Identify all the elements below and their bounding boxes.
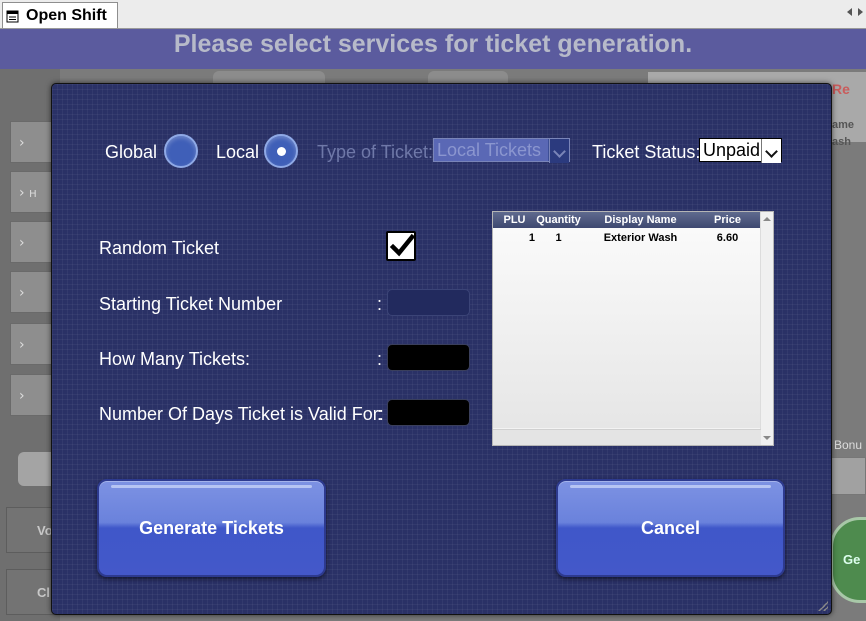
scroll-down-icon[interactable] (763, 436, 771, 440)
cell-plu: 1 (528, 232, 535, 244)
page-title: Please select services for ticket genera… (173, 30, 693, 58)
table-row[interactable]: 1 1 Exterior Wash 6.60 (493, 230, 761, 248)
background-sidebar-item: › (10, 323, 56, 365)
tab-scroll-arrows (847, 8, 863, 16)
tab-scroll-right-icon[interactable] (858, 8, 863, 16)
page-header: Please select services for ticket genera… (0, 29, 866, 69)
colon: : (377, 349, 383, 369)
tab-open-shift[interactable]: Open Shift (2, 2, 118, 28)
form-icon (6, 10, 19, 22)
table-body (493, 228, 761, 428)
background-sidebar-item: › (10, 271, 56, 313)
valid-days-input[interactable] (387, 399, 470, 426)
background-green-label: Ge (843, 552, 861, 567)
background-right-text: ash (832, 136, 851, 148)
background-sidebar-label: H (29, 189, 37, 200)
cancel-label: Cancel (640, 518, 701, 538)
tab-scroll-left-icon[interactable] (847, 8, 852, 16)
background-bottom-button: Cl (6, 569, 56, 615)
ticket-generation-dialog: Global Local Type of Ticket: Local Ticke… (51, 83, 832, 615)
horizontal-scrollbar[interactable] (493, 429, 761, 445)
local-radio[interactable] (264, 134, 298, 168)
generate-tickets-button[interactable]: Generate Tickets (97, 479, 326, 577)
ticket-status-select[interactable]: Unpaid (699, 138, 782, 163)
starting-ticket-number-input[interactable] (387, 289, 470, 316)
how-many-tickets-label: How Many Tickets: (99, 349, 251, 369)
column-header-plu[interactable]: PLU (493, 212, 536, 228)
background-sidebar-item: › (10, 221, 56, 263)
cancel-button[interactable]: Cancel (556, 479, 785, 577)
how-many-tickets-input[interactable] (387, 344, 470, 371)
colon: : (377, 404, 383, 424)
background-bottom-button: Vo (6, 507, 56, 553)
button-highlight (570, 485, 771, 488)
starting-ticket-number-label: Starting Ticket Number (99, 294, 283, 314)
background-right-red-text: Re (832, 81, 850, 97)
background-bonus-box (830, 457, 866, 495)
generate-tickets-label: Generate Tickets (139, 518, 284, 538)
chevron-down-icon (761, 139, 781, 163)
global-label: Global (105, 142, 158, 162)
checkmark-icon (389, 233, 415, 257)
ticket-status-label: Ticket Status: (592, 142, 701, 162)
vertical-scrollbar[interactable] (760, 212, 773, 445)
ticket-status-value: Unpaid (703, 140, 761, 160)
window-tab-bar: Open Shift (0, 0, 866, 29)
global-radio[interactable] (164, 134, 198, 168)
column-header-quantity[interactable]: Quantity (536, 212, 581, 228)
type-of-ticket-select[interactable]: Local Tickets (433, 138, 570, 163)
valid-days-label: Number Of Days Ticket is Valid For: (99, 404, 384, 424)
column-header-price[interactable]: Price (700, 212, 755, 228)
type-of-ticket-label: Type of Ticket: (317, 142, 434, 162)
cell-price: 6.60 (716, 232, 739, 244)
background-right-text: ame (832, 119, 855, 131)
scroll-up-icon[interactable] (763, 217, 771, 221)
type-of-ticket-value: Local Tickets (434, 139, 548, 161)
resize-grip-icon[interactable] (818, 601, 828, 611)
background-bonus-label: Bonu (834, 438, 863, 452)
tab-label: Open Shift (26, 6, 107, 24)
background-sidebar-item: › H (10, 171, 56, 213)
random-ticket-checkbox[interactable] (386, 231, 416, 261)
radio-selected-dot (277, 147, 286, 156)
local-label: Local (216, 142, 260, 162)
random-ticket-label: Random Ticket (99, 238, 220, 258)
colon: : (377, 294, 383, 314)
button-highlight (111, 485, 312, 488)
background-sidebar-item: › (10, 374, 56, 416)
cell-quantity: 1 (555, 232, 562, 244)
table-header: PLU Quantity Display Name Price (493, 212, 761, 228)
column-header-display-name[interactable]: Display Name (581, 212, 700, 228)
services-table: PLU Quantity Display Name Price 1 1 Exte… (492, 211, 774, 446)
cell-display-name: Exterior Wash (603, 232, 678, 244)
chevron-down-icon (549, 139, 569, 163)
background-sidebar-item: › (10, 121, 56, 163)
